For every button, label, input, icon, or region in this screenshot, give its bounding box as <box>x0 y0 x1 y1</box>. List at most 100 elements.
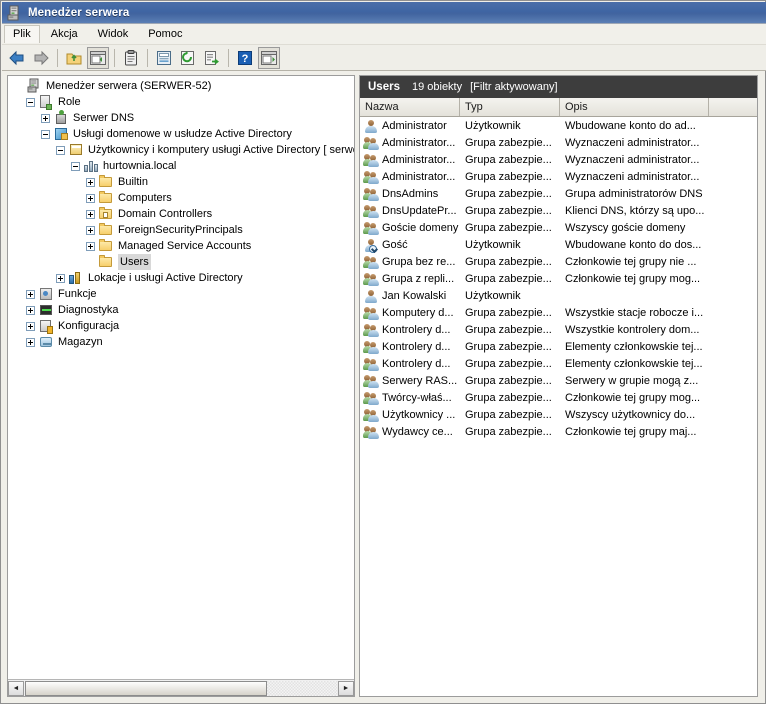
expander-minus[interactable] <box>56 145 65 155</box>
table-row[interactable]: DnsAdmins Grupa zabezpie... Grupa admini… <box>360 185 757 202</box>
cell-type: Użytkownik <box>465 289 521 302</box>
tree-item-roles[interactable]: Role <box>8 94 354 110</box>
export-list-icon[interactable] <box>201 47 223 69</box>
column-description[interactable]: Opis <box>560 98 709 116</box>
expander-plus[interactable] <box>86 177 95 187</box>
cell-name: DnsUpdatePr... <box>360 203 460 219</box>
tree-item-users[interactable]: Users <box>8 254 354 270</box>
cell-name: Kontrolery d... <box>360 356 460 372</box>
expander-plus[interactable] <box>86 209 95 219</box>
cell-name: Serwery RAS... <box>360 373 460 389</box>
expander-plus[interactable] <box>56 273 65 283</box>
table-row[interactable]: Kontrolery d... Grupa zabezpie... Elemen… <box>360 338 757 355</box>
cell-name: Kontrolery d... <box>360 339 460 355</box>
table-row[interactable]: Wydawcy ce... Grupa zabezpie... Członkow… <box>360 423 757 440</box>
menu-help[interactable]: Pomoc <box>139 25 191 43</box>
cell-name: Komputery d... <box>360 305 460 321</box>
back-arrow-icon[interactable] <box>6 47 28 69</box>
table-row[interactable]: Administrator Użytkownik Wbudowane konto… <box>360 117 757 134</box>
tree-item-managed-service-accounts[interactable]: Managed Service Accounts <box>8 238 354 254</box>
expander-minus[interactable] <box>41 129 50 139</box>
expander-plus[interactable] <box>26 321 35 331</box>
row-name-text: Użytkownicy ... <box>382 408 456 421</box>
group-icon <box>363 254 379 270</box>
toolbar: ? <box>2 45 766 71</box>
toolbar-separator <box>114 48 115 67</box>
row-name-text: DnsAdmins <box>382 187 439 200</box>
column-name[interactable]: Nazwa <box>360 98 460 116</box>
tree-item-computers[interactable]: Computers <box>8 190 354 206</box>
refresh-icon[interactable] <box>177 47 199 69</box>
menu-file[interactable]: Plik <box>4 25 40 43</box>
console-tree-panel: Menedżer serwera (SERWER-52) Role Serwer… <box>7 75 355 697</box>
tree-item-storage[interactable]: Magazyn <box>8 334 354 350</box>
expander-plus[interactable] <box>26 305 35 315</box>
cell-description: Elementy członkowskie tej... <box>565 340 703 353</box>
expander-plus[interactable] <box>41 113 50 123</box>
cell-name: Użytkownicy ... <box>360 407 460 423</box>
cell-type: Grupa zabezpie... <box>465 136 552 149</box>
tree-item-dns-server[interactable]: Serwer DNS <box>8 110 354 126</box>
expander-plus[interactable] <box>26 289 35 299</box>
scroll-right-button[interactable]: ► <box>338 680 354 696</box>
expander-plus[interactable] <box>86 193 95 203</box>
table-row[interactable]: Administrator... Grupa zabezpie... Wyzna… <box>360 134 757 151</box>
table-row[interactable]: Kontrolery d... Grupa zabezpie... Wszyst… <box>360 321 757 338</box>
properties-clipboard-icon[interactable] <box>120 47 142 69</box>
help-icon[interactable]: ? <box>234 47 256 69</box>
table-row[interactable]: Twórcy-właś... Grupa zabezpie... Członko… <box>360 389 757 406</box>
tree-item-ad-ds[interactable]: Usługi domenowe w usłudze Active Directo… <box>8 126 354 142</box>
tree-item-aduc-snapin[interactable]: Użytkownicy i komputery usługi Active Di… <box>8 142 354 158</box>
group-icon <box>363 322 379 338</box>
cell-type: Grupa zabezpie... <box>465 187 552 200</box>
tree-item-label: Serwer DNS <box>73 112 135 124</box>
tree-item-domain[interactable]: hurtownia.local <box>8 158 354 174</box>
folder-icon <box>98 254 114 270</box>
table-row[interactable]: Jan Kowalski Użytkownik <box>360 287 757 304</box>
table-row[interactable]: Kontrolery d... Grupa zabezpie... Elemen… <box>360 355 757 372</box>
table-row[interactable]: Administrator... Grupa zabezpie... Wyzna… <box>360 168 757 185</box>
show-hide-tree-icon[interactable] <box>87 46 109 69</box>
scroll-left-button[interactable]: ◄ <box>8 680 24 696</box>
tree-item-domain-controllers[interactable]: Domain Controllers <box>8 206 354 222</box>
tree-item-builtin[interactable]: Builtin <box>8 174 354 190</box>
forward-arrow-icon[interactable] <box>30 47 52 69</box>
table-row[interactable]: Gość Użytkownik Wbudowane konto do dos..… <box>360 236 757 253</box>
tree-item-diagnostics[interactable]: Diagnostyka <box>8 302 354 318</box>
scroll-thumb[interactable] <box>25 680 267 696</box>
menu-view[interactable]: Widok <box>89 25 138 43</box>
group-icon <box>363 152 379 168</box>
table-row[interactable]: DnsUpdatePr... Grupa zabezpie... Klienci… <box>360 202 757 219</box>
menu-action[interactable]: Akcja <box>42 25 87 43</box>
title-bar: Menedżer serwera <box>2 2 766 24</box>
list-view-icon[interactable] <box>153 47 175 69</box>
tree-item-label: Domain Controllers <box>118 208 213 220</box>
table-row[interactable]: Grupa bez re... Grupa zabezpie... Członk… <box>360 253 757 270</box>
cell-type: Grupa zabezpie... <box>465 357 552 370</box>
column-spare[interactable] <box>709 98 756 116</box>
tree-item-server-manager[interactable]: Menedżer serwera (SERWER-52) <box>8 78 354 94</box>
tree-item-configuration[interactable]: Konfiguracja <box>8 318 354 334</box>
tree-item-ad-sites-and-services[interactable]: Lokacje i usługi Active Directory <box>8 270 354 286</box>
expander-minus[interactable] <box>26 97 35 107</box>
expander-plus[interactable] <box>86 241 95 251</box>
table-row[interactable]: Komputery d... Grupa zabezpie... Wszystk… <box>360 304 757 321</box>
tree-item-foreign-security-principals[interactable]: ForeignSecurityPrincipals <box>8 222 354 238</box>
tree-item-features[interactable]: Funkcje <box>8 286 354 302</box>
tree-item-label: Builtin <box>118 176 148 188</box>
scroll-track[interactable] <box>267 680 338 696</box>
show-action-pane-icon[interactable] <box>258 46 280 69</box>
table-row[interactable]: Serwery RAS... Grupa zabezpie... Serwery… <box>360 372 757 389</box>
table-row[interactable]: Goście domeny Grupa zabezpie... Wszyscy … <box>360 219 757 236</box>
table-row[interactable]: Użytkownicy ... Grupa zabezpie... Wszysc… <box>360 406 757 423</box>
expander-plus[interactable] <box>26 337 35 347</box>
expander-plus[interactable] <box>86 225 95 235</box>
server-manager-icon <box>7 5 23 21</box>
expander-minus[interactable] <box>71 161 80 171</box>
up-folder-icon[interactable] <box>63 47 85 69</box>
table-row[interactable]: Administrator... Grupa zabezpie... Wyzna… <box>360 151 757 168</box>
tree-horizontal-scrollbar[interactable]: ◄ ► <box>8 679 354 696</box>
column-type[interactable]: Typ <box>460 98 560 116</box>
table-row[interactable]: Grupa z repli... Grupa zabezpie... Człon… <box>360 270 757 287</box>
cell-description: Wszyscy użytkownicy do... <box>565 408 696 421</box>
